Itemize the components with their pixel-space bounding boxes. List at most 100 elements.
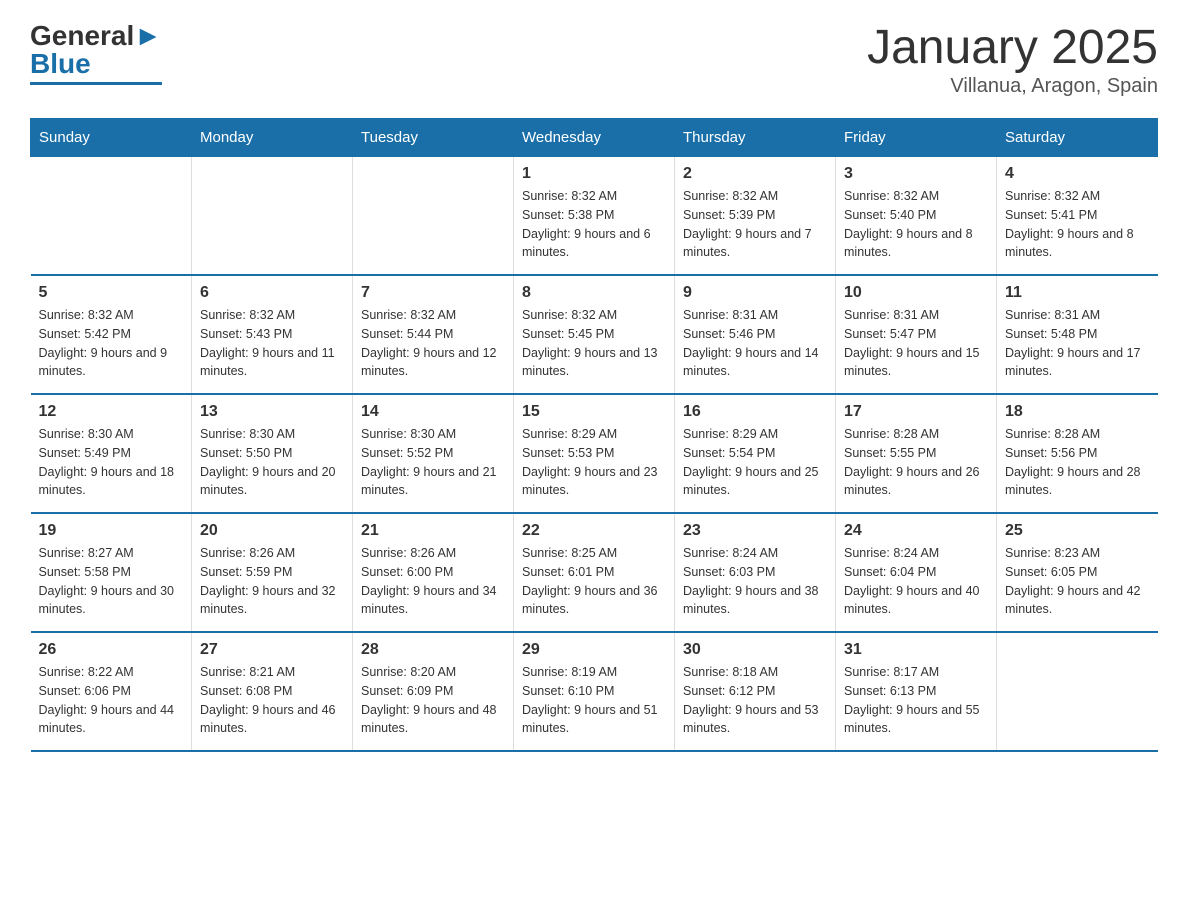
day-of-week-header: Sunday — [31, 119, 192, 157]
day-info: Sunrise: 8:32 AMSunset: 5:43 PMDaylight:… — [200, 306, 344, 381]
day-info: Sunrise: 8:22 AMSunset: 6:06 PMDaylight:… — [39, 663, 184, 738]
day-info: Sunrise: 8:32 AMSunset: 5:42 PMDaylight:… — [39, 306, 184, 381]
day-info: Sunrise: 8:31 AMSunset: 5:46 PMDaylight:… — [683, 306, 827, 381]
calendar-cell: 12Sunrise: 8:30 AMSunset: 5:49 PMDayligh… — [31, 394, 192, 513]
day-number: 31 — [844, 641, 988, 659]
page-header: General► Blue January 2025 Villanua, Ara… — [30, 20, 1158, 98]
calendar-cell: 2Sunrise: 8:32 AMSunset: 5:39 PMDaylight… — [675, 157, 836, 276]
calendar-cell: 15Sunrise: 8:29 AMSunset: 5:53 PMDayligh… — [514, 394, 675, 513]
calendar-cell: 29 Sunrise: 8:19 AMSunset: 6:10 PMDayligh… — [514, 632, 675, 751]
day-number: 11 — [1005, 284, 1150, 302]
calendar-cell: 5Sunrise: 8:32 AMSunset: 5:42 PMDaylight… — [31, 275, 192, 394]
calendar-cell: 11 Sunrise: 8:31 AMSunset: 5:48 PMDayligh… — [997, 275, 1158, 394]
calendar-cell: 17 Sunrise: 8:28 AMSunset: 5:55 PMDayligh… — [836, 394, 997, 513]
day-info: Sunrise: 8:18 AMSunset: 6:12 PMDaylight:… — [683, 663, 827, 738]
calendar-cell: 27Sunrise: 8:21 AMSunset: 6:08 PMDayligh… — [192, 632, 353, 751]
day-info: Sunrise: 8:19 AMSunset: 6:10 PMDaylight:… — [522, 663, 666, 738]
day-info: Sunrise: 8:32 AMSunset: 5:40 PMDaylight:… — [844, 187, 988, 262]
calendar-cell: 20 Sunrise: 8:26 AMSunset: 5:59 PMDayligh… — [192, 513, 353, 632]
day-info: Sunrise: 8:31 AMSunset: 5:48 PMDaylight:… — [1005, 306, 1150, 381]
calendar-cell: 24Sunrise: 8:24 AMSunset: 6:04 PMDayligh… — [836, 513, 997, 632]
days-of-week-row: SundayMondayTuesdayWednesdayThursdayFrid… — [31, 119, 1158, 157]
calendar-cell: 31Sunrise: 8:17 AMSunset: 6:13 PMDayligh… — [836, 632, 997, 751]
day-info: Sunrise: 8:24 AMSunset: 6:03 PMDaylight:… — [683, 544, 827, 619]
day-number: 21 — [361, 522, 505, 540]
day-info: Sunrise: 8:32 AMSunset: 5:41 PMDaylight:… — [1005, 187, 1150, 262]
calendar-cell: 22Sunrise: 8:25 AMSunset: 6:01 PMDayligh… — [514, 513, 675, 632]
month-title: January 2025 — [867, 20, 1158, 75]
day-info: Sunrise: 8:32 AMSunset: 5:38 PMDaylight:… — [522, 187, 666, 262]
calendar-table: SundayMondayTuesdayWednesdayThursdayFrid… — [30, 118, 1158, 752]
calendar-cell — [31, 157, 192, 276]
calendar-cell: 4 Sunrise: 8:32 AMSunset: 5:41 PMDaylight… — [997, 157, 1158, 276]
calendar-week-row: 26Sunrise: 8:22 AMSunset: 6:06 PMDayligh… — [31, 632, 1158, 751]
calendar-cell: 7 Sunrise: 8:32 AMSunset: 5:44 PMDaylight… — [353, 275, 514, 394]
calendar-cell: 18 Sunrise: 8:28 AMSunset: 5:56 PMDayligh… — [997, 394, 1158, 513]
day-number: 30 — [683, 641, 827, 659]
day-info: Sunrise: 8:26 AMSunset: 6:00 PMDaylight:… — [361, 544, 505, 619]
day-of-week-header: Monday — [192, 119, 353, 157]
day-number: 8 — [522, 284, 666, 302]
day-of-week-header: Tuesday — [353, 119, 514, 157]
calendar-cell: 3 Sunrise: 8:32 AMSunset: 5:40 PMDaylight… — [836, 157, 997, 276]
calendar-header: SundayMondayTuesdayWednesdayThursdayFrid… — [31, 119, 1158, 157]
day-of-week-header: Thursday — [675, 119, 836, 157]
day-info: Sunrise: 8:20 AMSunset: 6:09 PMDaylight:… — [361, 663, 505, 738]
day-info: Sunrise: 8:29 AMSunset: 5:54 PMDaylight:… — [683, 425, 827, 500]
day-info: Sunrise: 8:30 AMSunset: 5:52 PMDaylight:… — [361, 425, 505, 500]
calendar-cell: 30 Sunrise: 8:18 AMSunset: 6:12 PMDayligh… — [675, 632, 836, 751]
calendar-cell: 23 Sunrise: 8:24 AMSunset: 6:03 PMDayligh… — [675, 513, 836, 632]
day-info: Sunrise: 8:28 AMSunset: 5:55 PMDaylight:… — [844, 425, 988, 500]
day-info: Sunrise: 8:32 AMSunset: 5:44 PMDaylight:… — [361, 306, 505, 381]
logo-underline — [30, 82, 162, 85]
calendar-cell: 9 Sunrise: 8:31 AMSunset: 5:46 PMDaylight… — [675, 275, 836, 394]
day-number: 17 — [844, 403, 988, 421]
calendar-week-row: 12Sunrise: 8:30 AMSunset: 5:49 PMDayligh… — [31, 394, 1158, 513]
day-number: 15 — [522, 403, 666, 421]
day-number: 2 — [683, 165, 827, 183]
day-info: Sunrise: 8:24 AMSunset: 6:04 PMDaylight:… — [844, 544, 988, 619]
day-number: 3 — [844, 165, 988, 183]
calendar-week-row: 19Sunrise: 8:27 AMSunset: 5:58 PMDayligh… — [31, 513, 1158, 632]
day-number: 18 — [1005, 403, 1150, 421]
day-number: 7 — [361, 284, 505, 302]
day-number: 4 — [1005, 165, 1150, 183]
day-number: 25 — [1005, 522, 1150, 540]
calendar-cell: 8Sunrise: 8:32 AMSunset: 5:45 PMDaylight… — [514, 275, 675, 394]
day-info: Sunrise: 8:26 AMSunset: 5:59 PMDaylight:… — [200, 544, 344, 619]
day-of-week-header: Friday — [836, 119, 997, 157]
calendar-cell: 1Sunrise: 8:32 AMSunset: 5:38 PMDaylight… — [514, 157, 675, 276]
location-text: Villanua, Aragon, Spain — [867, 75, 1158, 98]
day-number: 23 — [683, 522, 827, 540]
day-number: 10 — [844, 284, 988, 302]
day-number: 22 — [522, 522, 666, 540]
calendar-cell: 13 Sunrise: 8:30 AMSunset: 5:50 PMDayligh… — [192, 394, 353, 513]
day-number: 29 — [522, 641, 666, 659]
calendar-cell: 26Sunrise: 8:22 AMSunset: 6:06 PMDayligh… — [31, 632, 192, 751]
calendar-cell: 25Sunrise: 8:23 AMSunset: 6:05 PMDayligh… — [997, 513, 1158, 632]
day-number: 12 — [39, 403, 184, 421]
day-info: Sunrise: 8:28 AMSunset: 5:56 PMDaylight:… — [1005, 425, 1150, 500]
calendar-cell: 19Sunrise: 8:27 AMSunset: 5:58 PMDayligh… — [31, 513, 192, 632]
calendar-cell — [997, 632, 1158, 751]
logo-blue-text: Blue — [30, 48, 91, 80]
calendar-cell: 28Sunrise: 8:20 AMSunset: 6:09 PMDayligh… — [353, 632, 514, 751]
day-of-week-header: Saturday — [997, 119, 1158, 157]
day-number: 14 — [361, 403, 505, 421]
calendar-cell: 10 Sunrise: 8:31 AMSunset: 5:47 PMDayligh… — [836, 275, 997, 394]
day-number: 13 — [200, 403, 344, 421]
logo: General► Blue — [30, 20, 162, 85]
calendar-cell: 14 Sunrise: 8:30 AMSunset: 5:52 PMDayligh… — [353, 394, 514, 513]
day-info: Sunrise: 8:31 AMSunset: 5:47 PMDaylight:… — [844, 306, 988, 381]
day-of-week-header: Wednesday — [514, 119, 675, 157]
day-number: 9 — [683, 284, 827, 302]
day-info: Sunrise: 8:30 AMSunset: 5:50 PMDaylight:… — [200, 425, 344, 500]
calendar-body: 1Sunrise: 8:32 AMSunset: 5:38 PMDaylight… — [31, 157, 1158, 752]
calendar-week-row: 5Sunrise: 8:32 AMSunset: 5:42 PMDaylight… — [31, 275, 1158, 394]
title-block: January 2025 Villanua, Aragon, Spain — [867, 20, 1158, 98]
calendar-week-row: 1Sunrise: 8:32 AMSunset: 5:38 PMDaylight… — [31, 157, 1158, 276]
day-info: Sunrise: 8:27 AMSunset: 5:58 PMDaylight:… — [39, 544, 184, 619]
day-number: 20 — [200, 522, 344, 540]
calendar-cell: 16Sunrise: 8:29 AMSunset: 5:54 PMDayligh… — [675, 394, 836, 513]
calendar-cell — [192, 157, 353, 276]
